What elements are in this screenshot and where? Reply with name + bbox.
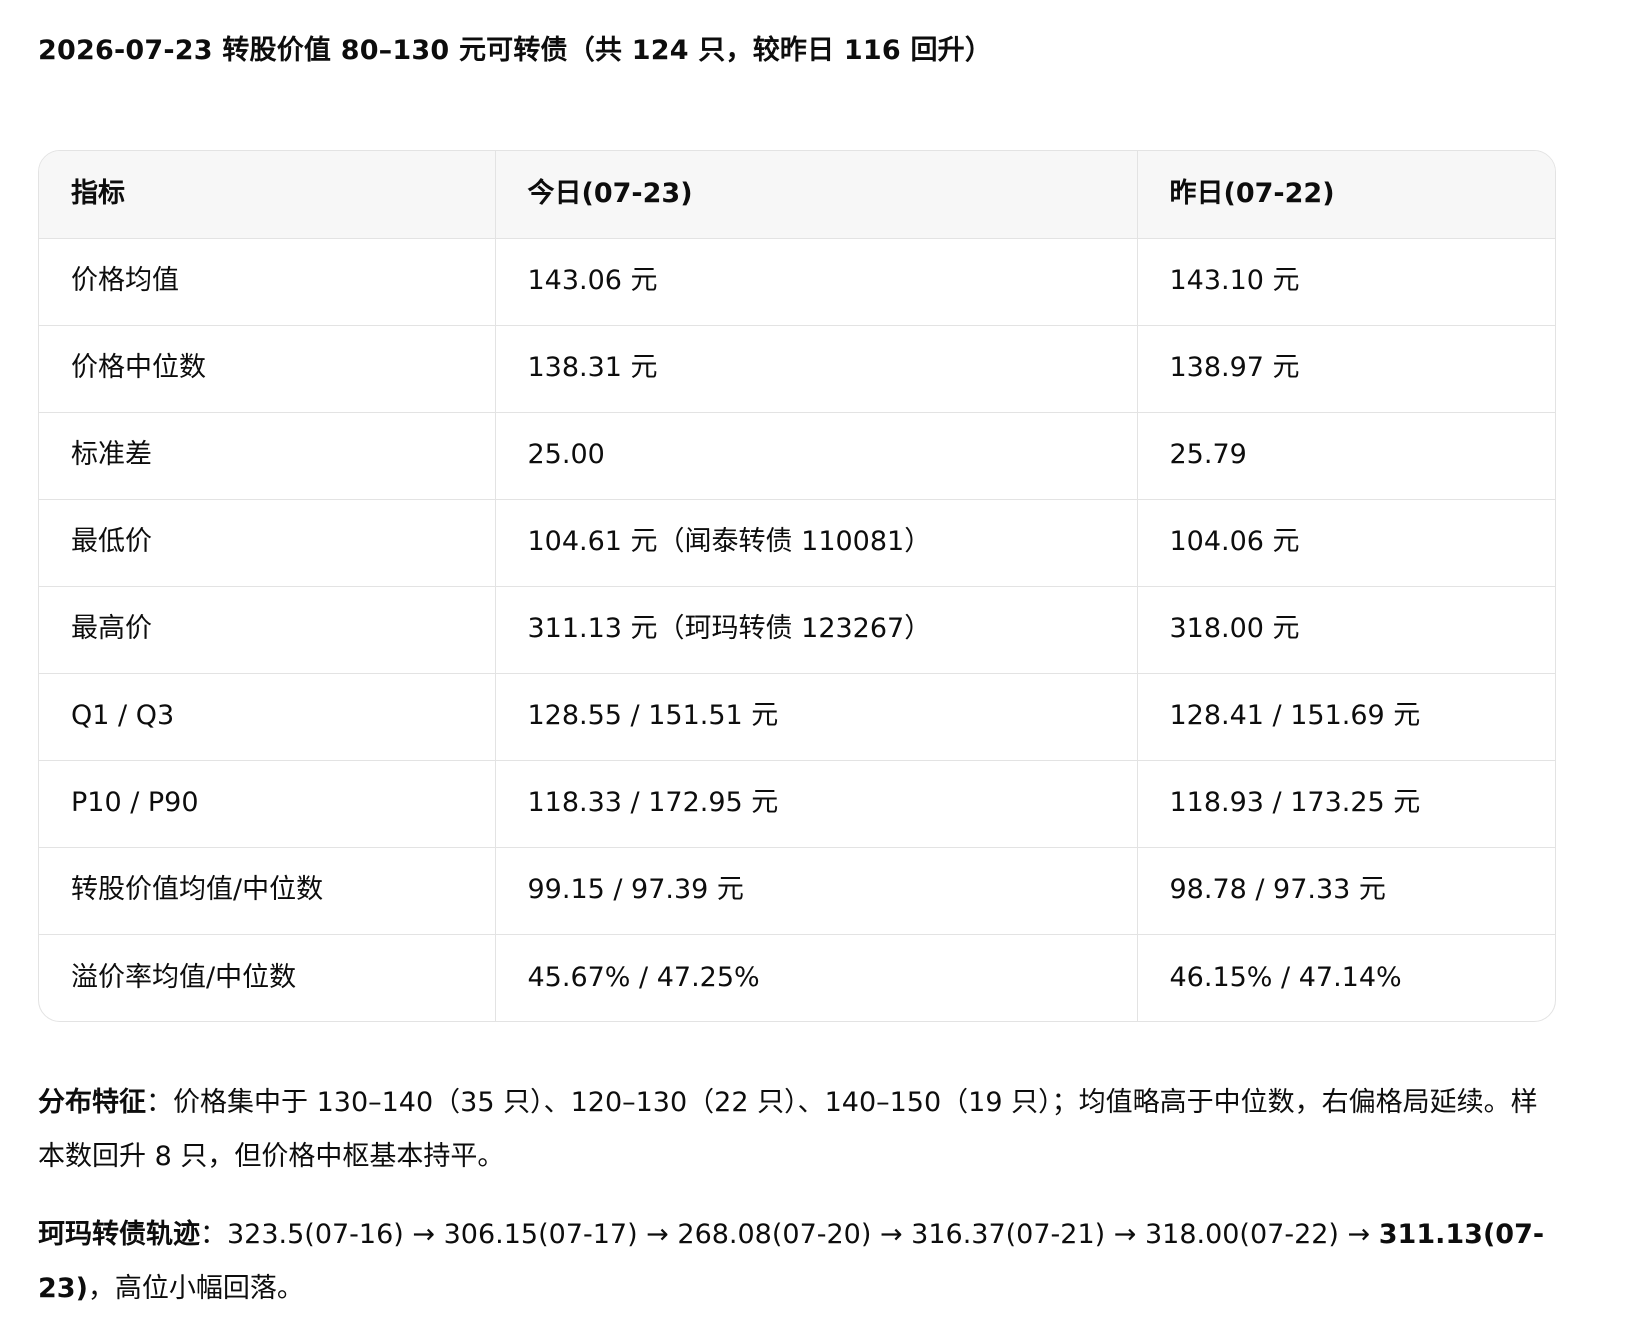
distribution-separator: ： <box>146 1087 173 1118</box>
trajectory-label: 珂玛转债轨迹 <box>38 1219 200 1250</box>
trajectory-text: 323.5(07-16) → 306.15(07-17) → 268.08(07… <box>227 1219 1379 1250</box>
table-row: 最高价 311.13 元（珂玛转债 123267） 318.00 元 <box>39 586 1555 674</box>
cell-today: 25.00 <box>495 412 1138 500</box>
cell-yesterday: 138.97 元 <box>1137 325 1555 413</box>
cell-metric: P10 / P90 <box>39 760 496 848</box>
table-row: 转股价值均值/中位数 99.15 / 97.39 元 98.78 / 97.33… <box>39 847 1555 935</box>
cell-metric: 价格中位数 <box>39 325 496 413</box>
cell-yesterday: 46.15% / 47.14% <box>1169 961 1402 993</box>
table-row: 价格中位数 138.31 元 138.97 元 <box>39 325 1555 413</box>
distribution-text: 价格集中于 130–140（35 只）、120–130（22 只）、140–15… <box>38 1087 1538 1172</box>
table-row: 最低价 104.61 元（闻泰转债 110081） 104.06 元 <box>39 499 1555 587</box>
distribution-label: 分布特征 <box>38 1087 146 1118</box>
cell-today: 143.06 元 <box>495 238 1138 326</box>
cell-today: 45.67% / 47.25% <box>495 934 1138 1021</box>
table-row: 价格均值 143.06 元 143.10 元 <box>39 238 1555 326</box>
cell-yesterday: 104.06 元 <box>1137 499 1555 587</box>
stats-table-container: 指标 今日(07-23) 昨日(07-22) 价格均值 143.06 元 143… <box>38 150 1556 1022</box>
cell-today: 128.55 / 151.51 元 <box>495 673 1138 761</box>
cell-yesterday: 318.00 元 <box>1137 586 1555 674</box>
table-row: P10 / P90 118.33 / 172.95 元 118.93 / 173… <box>39 760 1555 848</box>
page-title: 2026-07-23 转股价值 80–130 元可转债（共 124 只，较昨日 … <box>38 35 993 66</box>
cell-today: 99.15 / 97.39 元 <box>495 847 1138 935</box>
table-row: Q1 / Q3 128.55 / 151.51 元 128.41 / 151.6… <box>39 673 1555 761</box>
cell-yesterday: 25.79 <box>1137 412 1555 500</box>
table-row: 溢价率均值/中位数 45.67% / 47.25% 46.15% / 47.14… <box>39 934 1555 1021</box>
stats-table: 指标 今日(07-23) 昨日(07-22) 价格均值 143.06 元 143… <box>39 151 1555 1021</box>
cell-metric: 价格均值 <box>39 238 496 326</box>
cell-yesterday: 128.41 / 151.69 元 <box>1137 673 1555 761</box>
distribution-paragraph: 分布特征：价格集中于 130–140（35 只）、120–130（22 只）、1… <box>38 1076 1558 1184</box>
cell-today: 138.31 元 <box>495 325 1138 413</box>
cell-metric: 最高价 <box>39 586 496 674</box>
page: 2026-07-23 转股价值 80–130 元可转债（共 124 只，较昨日 … <box>0 0 1626 1326</box>
cell-metric: 转股价值均值/中位数 <box>39 847 496 935</box>
trajectory-tail: ，高位小幅回落。 <box>87 1273 304 1304</box>
cell-today: 311.13 元（珂玛转债 123267） <box>495 586 1138 674</box>
cell-metric: Q1 / Q3 <box>39 673 496 761</box>
cell-yesterday: 143.10 元 <box>1137 238 1555 326</box>
cell-metric: 最低价 <box>39 499 496 587</box>
cell-metric: 溢价率均值/中位数 <box>39 934 496 1021</box>
cell-yesterday: 118.93 / 173.25 元 <box>1137 760 1555 848</box>
cell-today: 118.33 / 172.95 元 <box>495 760 1138 848</box>
header-today: 今日(07-23) <box>495 151 1138 239</box>
trajectory-separator: ： <box>200 1219 227 1250</box>
cell-metric: 标准差 <box>39 412 496 500</box>
table-header-row: 指标 今日(07-23) 昨日(07-22) <box>39 151 1555 239</box>
cell-yesterday: 98.78 / 97.33 元 <box>1137 847 1555 935</box>
header-yesterday: 昨日(07-22) <box>1137 151 1555 239</box>
table-row: 标准差 25.00 25.79 <box>39 412 1555 500</box>
header-metric: 指标 <box>39 151 496 239</box>
trajectory-paragraph: 珂玛转债轨迹：323.5(07-16) → 306.15(07-17) → 26… <box>38 1208 1558 1316</box>
cell-today: 104.61 元（闻泰转债 110081） <box>495 499 1138 587</box>
